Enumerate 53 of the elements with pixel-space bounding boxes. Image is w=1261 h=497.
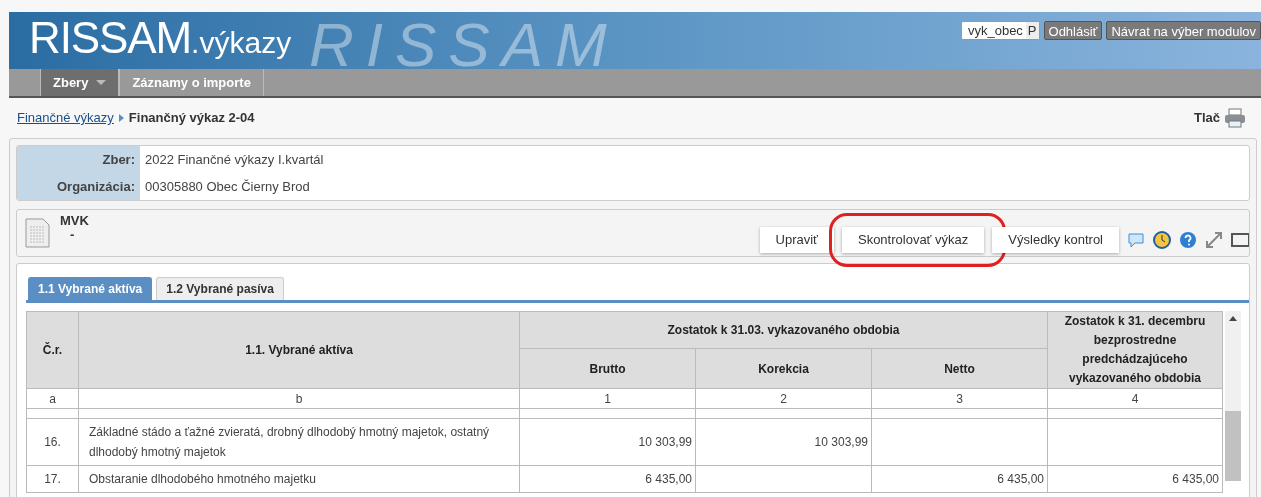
- print-label: Tlač: [1194, 109, 1220, 128]
- header-button[interactable]: Odhlásiť: [1043, 21, 1103, 40]
- column-header: Č.r.: [26, 311, 79, 389]
- column-header: Netto: [871, 348, 1048, 389]
- logo-text: RISSAM: [29, 16, 192, 60]
- document-icon: [25, 218, 50, 248]
- scrollbar-track[interactable]: [1225, 311, 1241, 481]
- toolbar-button[interactable]: Skontrolovať výkaz: [841, 227, 985, 253]
- user-field[interactable]: vyk_obec P: [960, 21, 1040, 40]
- breadcrumb-link[interactable]: Finančné výkazy: [17, 108, 114, 128]
- info-value: 00305880 Obec Čierny Brod: [144, 177, 310, 196]
- header-button[interactable]: Návrat na výber modulov: [1106, 21, 1261, 40]
- column-header: Zostatok k 31.03. vykazovaného obdobia: [519, 311, 1048, 349]
- table-cell: 3: [871, 388, 1048, 409]
- clock-icon[interactable]: [1153, 231, 1171, 249]
- report-title: MVK: [60, 214, 89, 228]
- table-cell: 1: [519, 388, 696, 409]
- column-header: Zostatok k 31. decembru bezprostredne predchádzajúceho vykazovaného obdobia: [1047, 311, 1223, 389]
- info-label: Organizácia:: [17, 173, 140, 200]
- toolbar-button[interactable]: Výsledky kontrol: [992, 227, 1119, 253]
- table-cell: 10 303,99: [695, 418, 872, 466]
- tab[interactable]: 1.2 Vybrané pasíva: [156, 277, 284, 300]
- table-cell: 2: [695, 388, 872, 409]
- window-icon[interactable]: [1231, 231, 1249, 249]
- scroll-up-icon[interactable]: [1229, 316, 1237, 321]
- toolbar-button[interactable]: Upraviť: [759, 227, 834, 253]
- table-cell: 6 435,00: [871, 465, 1048, 493]
- table-cell: Obstaranie dlhodobého hmotného majetku: [78, 465, 520, 493]
- column-header: Brutto: [519, 348, 696, 389]
- breadcrumb-current: Finančný výkaz 2-04: [128, 109, 255, 128]
- table-cell: 16.: [26, 418, 79, 466]
- table-cell: b: [78, 388, 520, 409]
- logo-suffix: .výkazy: [191, 28, 292, 58]
- info-value: 2022 Finančné výkazy I.kvartál: [144, 150, 324, 169]
- table-cell: 6 435,00: [519, 465, 696, 493]
- table-cell: a: [26, 388, 79, 409]
- header-watermark: RISSAM: [309, 14, 619, 69]
- scrollbar-thumb[interactable]: [1225, 411, 1241, 481]
- info-label: Zber:: [17, 146, 140, 173]
- table-cell: 6 435,00: [1047, 465, 1223, 493]
- column-header: Korekcia: [695, 348, 872, 389]
- table-cell: 10 303,99: [519, 418, 696, 466]
- table-cell: 4: [1047, 388, 1223, 409]
- expand-icon[interactable]: [1205, 231, 1223, 249]
- table-cell: 17.: [26, 465, 79, 493]
- arrow-icon: [118, 114, 124, 122]
- table-cell: Základné stádo a ťažné zvieratá, drobný dlhodobý hmotný majetok, ostatný dlhodobý hmotný majetok: [78, 418, 520, 466]
- report-subtitle: -: [69, 228, 76, 242]
- help-icon[interactable]: [1179, 231, 1197, 249]
- printer-icon[interactable]: [1224, 108, 1246, 128]
- column-header: 1.1. Vybrané aktíva: [78, 311, 520, 389]
- speech-bubble-icon[interactable]: [1127, 231, 1145, 249]
- nav-tab[interactable]: Zbery: [40, 69, 120, 96]
